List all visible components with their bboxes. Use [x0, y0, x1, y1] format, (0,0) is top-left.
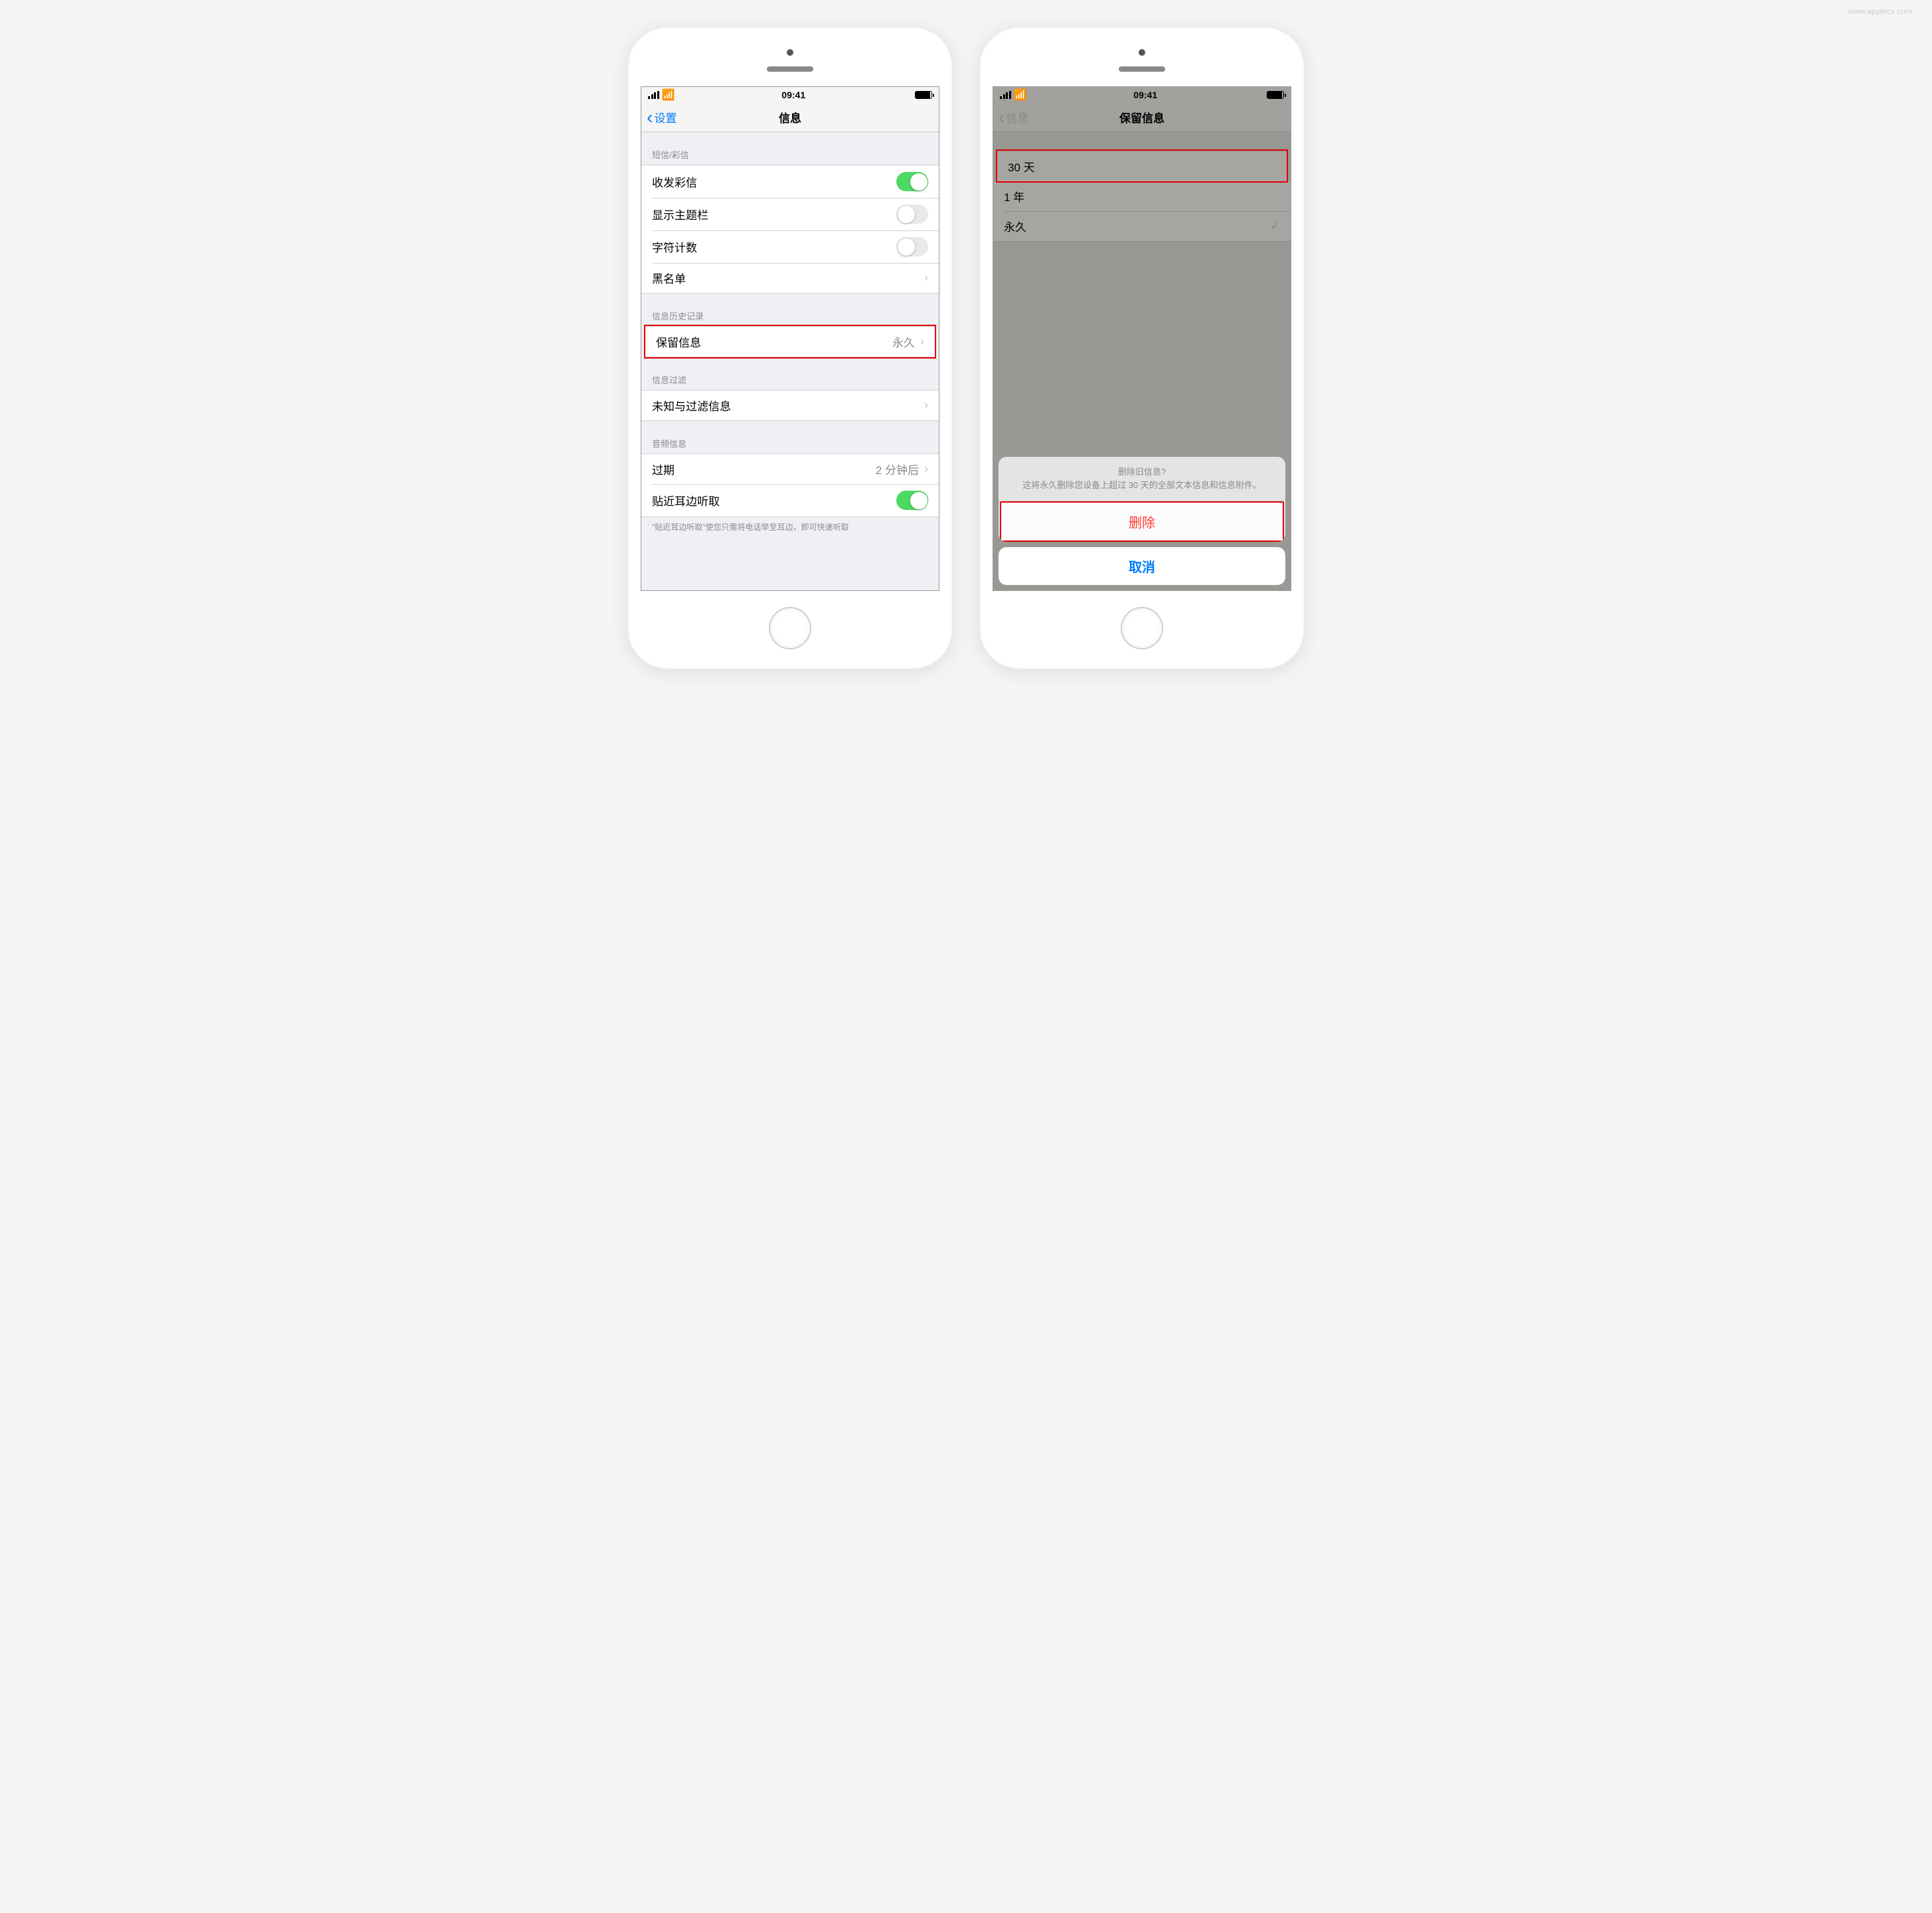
chevron-left-icon: ‹: [999, 108, 1005, 127]
screen-right: 📶 09:41 ‹ 信息 保留信息: [993, 86, 1291, 591]
nav-back-button[interactable]: ‹ 设置: [641, 108, 677, 127]
phone-speaker: [1119, 66, 1165, 72]
cell-label: 收发彩信: [652, 173, 697, 190]
section-header-audio: 音频信息: [641, 421, 939, 454]
chevron-right-icon: ›: [924, 271, 928, 285]
switch-charcount[interactable]: [896, 237, 928, 256]
phone-camera: [1139, 49, 1145, 56]
watermark-text: www.applecx.com: [1848, 7, 1912, 16]
signal-icon: [1000, 91, 1011, 99]
action-sheet-body: 这将永久删除您设备上超过 30 天的全部文本信息和信息附件。: [1012, 479, 1272, 491]
cell-blacklist[interactable]: 黑名单 ›: [641, 263, 939, 293]
home-button[interactable]: [1121, 607, 1163, 649]
action-sheet: 删除旧信息? 这将永久删除您设备上超过 30 天的全部文本信息和信息附件。 删除…: [993, 452, 1291, 590]
nav-back-label: 信息: [1006, 109, 1028, 125]
status-time: 09:41: [781, 90, 805, 100]
cell-label: 贴近耳边听取: [652, 492, 720, 509]
section-header-history: 信息历史记录: [641, 293, 939, 326]
delete-button[interactable]: 删除: [1001, 503, 1283, 541]
switch-mms[interactable]: [896, 172, 928, 191]
action-sheet-header: 删除旧信息? 这将永久删除您设备上超过 30 天的全部文本信息和信息附件。: [999, 457, 1285, 501]
screen-left: 📶 09:41 ‹ 设置 信息 短信/彩信 收发彩信 显示主题栏: [641, 86, 939, 591]
action-sheet-title: 删除旧信息?: [1012, 466, 1272, 478]
cell-charcount[interactable]: 字符计数: [641, 230, 939, 263]
cell-label: 过期: [652, 461, 675, 477]
cell-raise-to-listen[interactable]: 贴近耳边听取: [641, 484, 939, 517]
action-sheet-main: 删除旧信息? 这将永久删除您设备上超过 30 天的全部文本信息和信息附件。 删除: [999, 457, 1285, 542]
battery-icon: [915, 91, 932, 99]
battery-icon: [1267, 91, 1284, 99]
switch-raise[interactable]: [896, 491, 928, 510]
cell-label: 黑名单: [652, 270, 686, 286]
cell-label: 永久: [1004, 218, 1026, 234]
cell-mms[interactable]: 收发彩信: [641, 165, 939, 198]
section-header-sms: 短信/彩信: [641, 132, 939, 165]
nav-title: 信息: [779, 109, 801, 125]
cell-unknown-filter[interactable]: 未知与过滤信息 ›: [641, 390, 939, 421]
cell-label: 1 年: [1004, 188, 1024, 205]
cell-label: 字符计数: [652, 238, 697, 255]
cell-subject[interactable]: 显示主题栏: [641, 198, 939, 230]
phone-top: [641, 40, 939, 86]
nav-back-label: 设置: [654, 109, 677, 125]
chevron-right-icon: ›: [924, 398, 928, 412]
wifi-icon: 📶: [662, 88, 675, 102]
nav-back-button[interactable]: ‹ 信息: [993, 108, 1028, 127]
phone-speaker: [767, 66, 813, 72]
phone-mockup-right: 📶 09:41 ‹ 信息 保留信息: [979, 27, 1305, 669]
cell-label: 保留信息: [656, 333, 701, 350]
chevron-right-icon: ›: [920, 335, 924, 349]
checkmark-icon: ✓: [1270, 219, 1280, 233]
highlight-keep-messages: 保留信息 永久 ›: [644, 325, 936, 359]
switch-subject[interactable]: [896, 205, 928, 224]
nav-bar: ‹ 信息 保留信息: [993, 103, 1291, 132]
cell-option-30days[interactable]: 30 天: [997, 151, 1287, 181]
cell-label: 显示主题栏: [652, 206, 708, 222]
home-button[interactable]: [769, 607, 811, 649]
status-bar: 📶 09:41: [993, 87, 1291, 103]
chevron-right-icon: ›: [924, 462, 928, 476]
highlight-delete-button: 删除: [1000, 501, 1284, 542]
signal-icon: [648, 91, 659, 99]
section-header-filter: 信息过滤: [641, 357, 939, 390]
wifi-icon: 📶: [1014, 88, 1027, 102]
cell-value: 2 分钟后: [876, 461, 919, 477]
status-bar: 📶 09:41: [641, 87, 939, 103]
nav-title: 保留信息: [1119, 109, 1165, 125]
cell-value: 永久: [892, 333, 915, 350]
cell-keep-messages[interactable]: 保留信息 永久 ›: [645, 326, 935, 357]
cell-option-1year[interactable]: 1 年: [993, 181, 1291, 211]
footer-text: "贴近耳边听取"使您只需将电话举至耳边，即可快速听取: [641, 517, 939, 537]
phone-mockup-left: 📶 09:41 ‹ 设置 信息 短信/彩信 收发彩信 显示主题栏: [627, 27, 953, 669]
chevron-left-icon: ‹: [647, 108, 653, 127]
phone-top: [993, 40, 1291, 86]
phone-camera: [787, 49, 793, 56]
status-time: 09:41: [1133, 90, 1157, 100]
cell-option-forever[interactable]: 永久 ✓: [993, 211, 1291, 242]
cell-expire[interactable]: 过期 2 分钟后 ›: [641, 454, 939, 484]
cancel-button[interactable]: 取消: [999, 547, 1285, 585]
cell-label: 未知与过滤信息: [652, 397, 731, 414]
highlight-30-days: 30 天: [996, 149, 1288, 183]
nav-bar: ‹ 设置 信息: [641, 103, 939, 132]
cell-label: 30 天: [1008, 158, 1035, 175]
